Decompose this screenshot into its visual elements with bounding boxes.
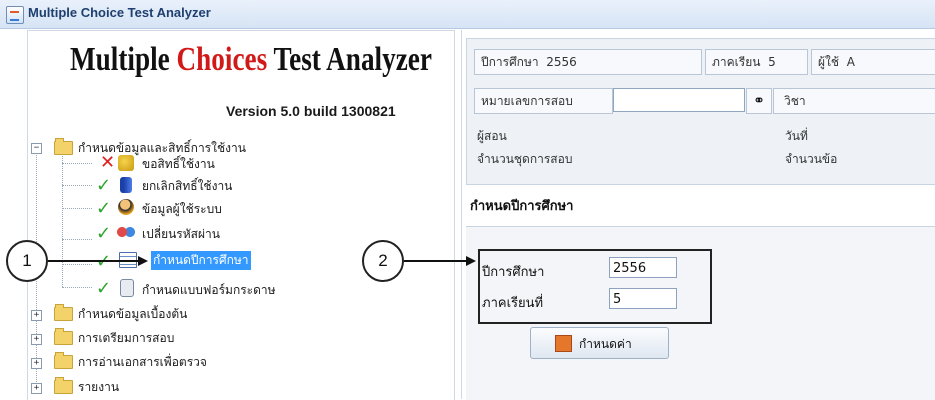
callout-arrows <box>48 256 476 266</box>
arrow-2-head <box>466 256 476 266</box>
arrow-1-head <box>138 256 148 266</box>
